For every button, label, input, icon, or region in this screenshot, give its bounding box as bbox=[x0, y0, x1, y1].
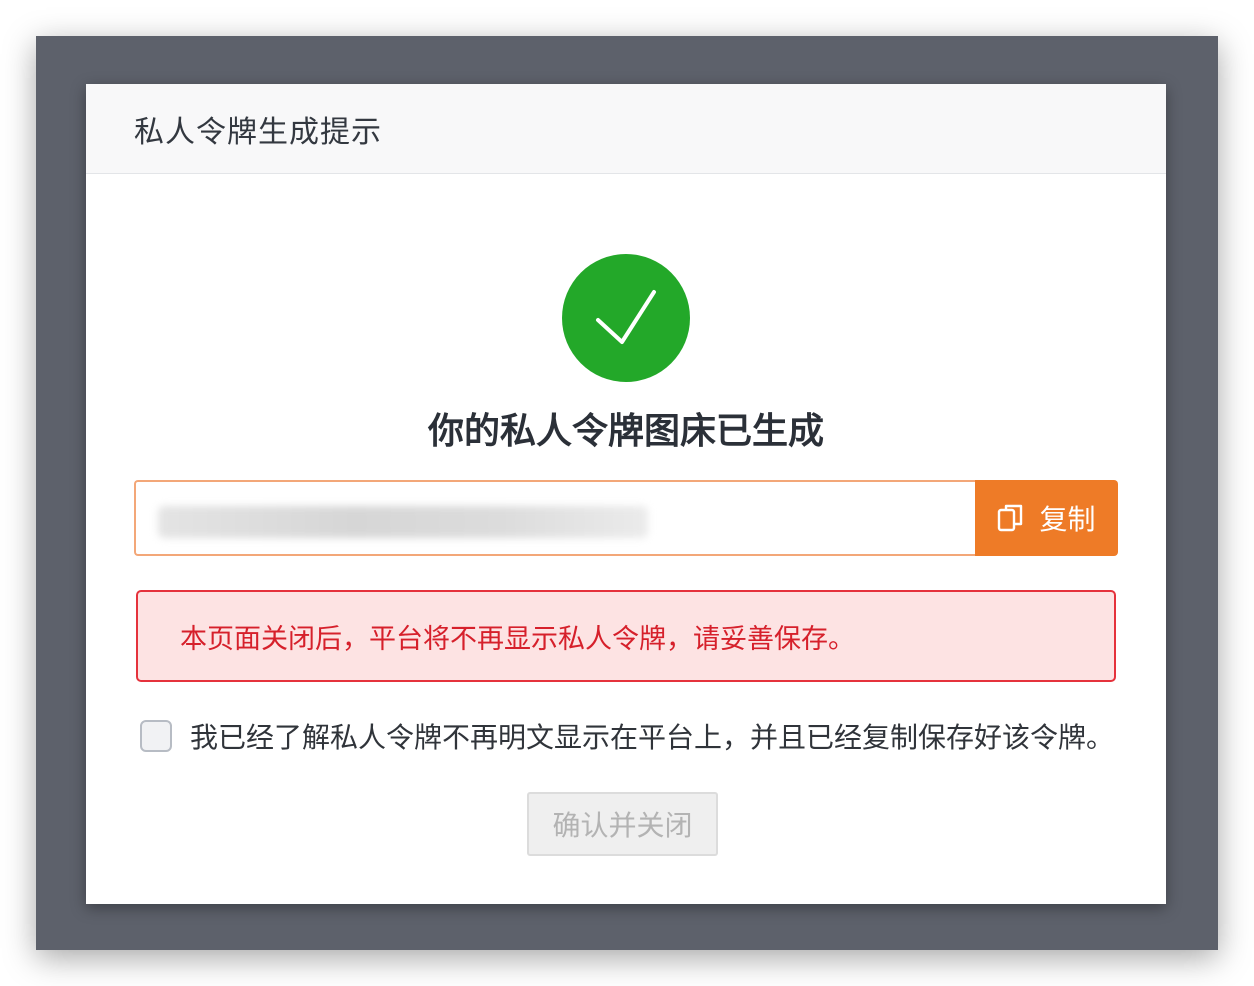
copy-button-label: 复制 bbox=[1039, 503, 1096, 536]
dialog-header: 私人令牌生成提示 bbox=[86, 84, 1166, 174]
token-input[interactable] bbox=[134, 480, 975, 556]
token-field-group: 复制 bbox=[134, 480, 1118, 556]
warning-alert: 本页面关闭后，平台将不再显示私人令牌，请妥善保存。 bbox=[136, 590, 1116, 682]
acknowledge-label[interactable]: 我已经了解私人令牌不再明文显示在平台上，并且已经复制保存好该令牌。 bbox=[190, 716, 1114, 756]
success-heading: 你的私人令牌图床已生成 bbox=[427, 411, 824, 452]
confirm-close-button[interactable]: 确认并关闭 bbox=[527, 792, 718, 856]
acknowledge-checkbox[interactable] bbox=[140, 720, 172, 752]
dialog-title: 私人令牌生成提示 bbox=[134, 114, 382, 150]
copy-button[interactable]: 复制 bbox=[975, 480, 1118, 556]
token-value-redacted bbox=[158, 506, 648, 538]
token-dialog: 私人令牌生成提示 你的私人令牌图床已生成 复制 本页面关闭后，平台将不再显示私人… bbox=[86, 84, 1166, 904]
copy-icon bbox=[997, 503, 1025, 533]
check-circle-icon bbox=[562, 254, 690, 382]
acknowledge-row: 我已经了解私人令牌不再明文显示在平台上，并且已经复制保存好该令牌。 bbox=[140, 716, 1114, 756]
warning-text: 本页面关闭后，平台将不再显示私人令牌，请妥善保存。 bbox=[180, 623, 855, 655]
